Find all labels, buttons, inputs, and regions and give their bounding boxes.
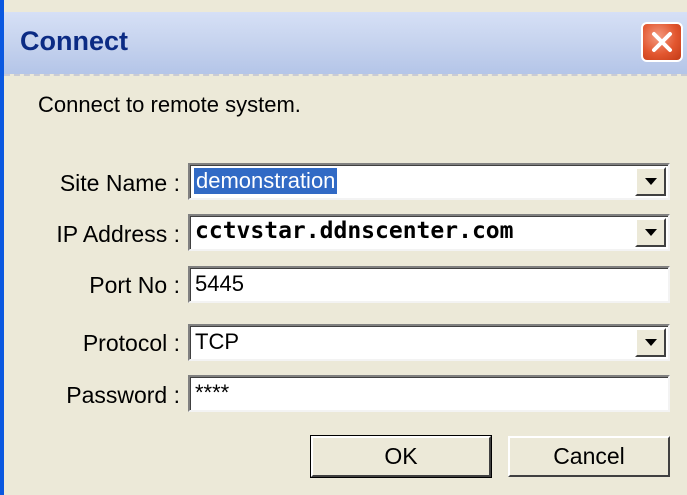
title-bar[interactable]: Connect: [4, 12, 687, 74]
port-no-value[interactable]: 5445: [195, 271, 244, 297]
site-name-value[interactable]: demonstration: [194, 168, 338, 194]
password-input[interactable]: ****: [188, 375, 670, 412]
ip-address-combobox[interactable]: cctvstar.ddnscenter.com: [188, 214, 670, 251]
title-divider: [4, 74, 687, 84]
window-title: Connect: [20, 26, 128, 56]
protocol-label: Protocol :: [82, 330, 180, 356]
chevron-down-icon: [645, 339, 657, 346]
ip-address-label: IP Address :: [56, 221, 180, 247]
protocol-dropdown-button[interactable]: [635, 328, 666, 357]
password-label: Password :: [66, 382, 180, 408]
protocol-value[interactable]: TCP: [195, 329, 239, 355]
connect-dialog: Connect Connect to remote system. Site N…: [0, 0, 687, 495]
ok-button[interactable]: OK: [310, 435, 492, 478]
chevron-down-icon: [645, 178, 657, 185]
site-name-label: Site Name :: [59, 170, 180, 196]
chevron-down-icon: [645, 229, 657, 236]
ip-address-value[interactable]: cctvstar.ddnscenter.com: [195, 218, 514, 244]
site-name-combobox[interactable]: demonstration: [188, 163, 670, 200]
port-no-input[interactable]: 5445: [188, 266, 670, 303]
site-name-dropdown-button[interactable]: [635, 167, 666, 196]
ip-address-dropdown-button[interactable]: [635, 218, 666, 247]
protocol-select[interactable]: TCP: [188, 324, 670, 361]
password-value[interactable]: ****: [195, 380, 229, 406]
close-icon: [652, 32, 672, 52]
cancel-button[interactable]: Cancel: [508, 436, 670, 477]
close-button[interactable]: [641, 22, 683, 62]
port-no-label: Port No :: [89, 272, 180, 298]
dialog-prompt: Connect to remote system.: [38, 92, 301, 117]
